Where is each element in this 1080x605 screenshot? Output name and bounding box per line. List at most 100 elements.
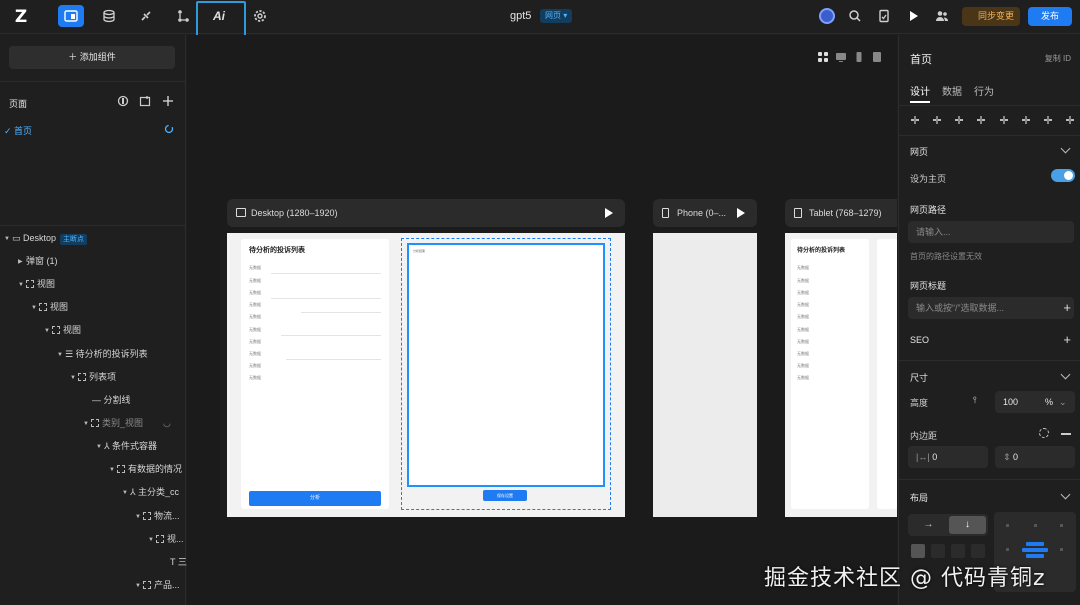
result-panel[interactable]: 分析结果 [407,243,605,487]
copy-id-button[interactable]: 复制 ID [1045,53,1071,64]
add-page-icon[interactable] [162,95,174,107]
user-avatar[interactable] [819,8,835,24]
tree-node-conditional[interactable]: ▼ ⅄ 条件式容器 [96,439,157,453]
sync-changes-button[interactable]: 同步变更 [962,7,1020,26]
tablet-frame-header[interactable]: Tablet (768–1279) [785,199,897,227]
phone-frame-header[interactable]: Phone (0–... [653,199,757,227]
tab-design[interactable]: 设计 [910,83,930,98]
tree-node-view-small[interactable]: ▼ 视... [148,532,184,546]
tree-node-desktop[interactable]: ▼ ▭ Desktop 主断点 [4,231,88,245]
direction-toggle[interactable]: → ↓ [908,514,988,536]
app-logo[interactable]: Z [10,6,32,28]
collapse-icon[interactable] [1061,433,1071,435]
search-button[interactable] [842,5,868,27]
wrap-reverse-icon[interactable] [951,544,965,558]
chevron-down-icon[interactable] [1060,489,1071,500]
collaborators-button[interactable] [929,5,955,27]
divider [899,135,1080,136]
tree-node-list[interactable]: ▼ ☰ 待分析的投诉列表 [57,347,148,361]
grid-layout-icon[interactable] [971,544,985,558]
desktop-view-icon[interactable] [835,51,847,63]
preview-button[interactable] [900,5,926,27]
wrap-none-icon[interactable] [911,544,925,558]
publish-button[interactable]: 发布 [1028,7,1072,26]
height-input[interactable]: 100 % ⌄ [995,391,1075,413]
set-home-toggle[interactable] [1051,169,1075,182]
padding-vertical-input[interactable]: ⇕ 0 [995,446,1075,468]
chevron-down-icon[interactable] [1060,369,1071,380]
align-left-icon[interactable] [910,115,920,125]
path-label: 网页路径 [910,205,947,215]
monitor-icon: ▭ [12,233,24,243]
analyze-button[interactable]: 分析 [249,491,381,506]
align-bottom-icon[interactable] [1021,115,1031,125]
chevron-down-icon[interactable] [1060,143,1071,154]
component-icon[interactable] [117,95,129,107]
hidden-icon[interactable]: ◡ [163,418,171,428]
desktop-frame[interactable]: 待分析的投诉列表 无数据 无数据 无数据 无数据 无数据 无数据 无数据 无数据… [227,233,625,517]
add-data-icon[interactable]: + [1063,301,1071,314]
pages-panel-button[interactable] [58,5,84,27]
play-icon[interactable] [737,208,745,218]
tablet-frame[interactable]: 待分析的投诉列表 无数据 无数据 无数据 无数据 无数据 无数据 无数据 无数据… [785,233,897,517]
refresh-icon[interactable] [164,124,174,134]
tree-node-view[interactable]: ▼ 视图 [44,323,81,337]
tree-node-text[interactable]: T 三 [170,555,187,569]
tab-data[interactable]: 数据 [942,83,962,98]
selected-container[interactable]: 分析结果 保存设置 [401,238,611,510]
tree-node-main-category[interactable]: ▼ ⅄ 主分类_cc [122,485,179,499]
direction-column-button[interactable]: ↓ [949,516,986,534]
ai-button[interactable]: Ai [213,9,225,23]
add-component-button[interactable]: ＋ 添加组件 [9,46,175,69]
chevron-down-icon[interactable]: ⌄ [1059,391,1067,413]
tablet-view-icon[interactable] [871,51,883,63]
plugin-button[interactable] [133,5,159,27]
height-unit[interactable]: % [1045,391,1053,413]
page-type-dropdown[interactable]: 网页 ▾ [540,9,573,23]
design-canvas[interactable]: Desktop (1280–1920) 待分析的投诉列表 无数据 无数据 无数据… [187,35,897,605]
tree-node-logistics[interactable]: ▼ 物流... [135,509,180,523]
settings-button[interactable] [247,5,273,27]
tree-node-category-view[interactable]: ▼ 类别_视图 ◡ [83,416,171,430]
save-settings-button[interactable]: 保存设置 [483,490,527,501]
divider [899,479,1080,480]
tree-node-view[interactable]: ▼ 视图 [18,277,55,291]
workflow-button[interactable] [170,5,196,27]
page-item-home[interactable]: ✓ 首页 [4,124,32,137]
phone-view-icon[interactable] [853,51,865,63]
tablet-list-card[interactable]: 待分析的投诉列表 无数据 无数据 无数据 无数据 无数据 无数据 无数据 无数据… [791,239,869,509]
align-right-icon[interactable] [954,115,964,125]
alignment-indicator [1026,542,1044,546]
padding-horizontal-input[interactable]: |↔| 0 [908,446,988,468]
align-top-icon[interactable] [976,115,986,125]
align-center-v-icon[interactable] [999,115,1009,125]
padding-mode-icon[interactable] [1039,428,1049,438]
add-folder-icon[interactable] [139,95,151,107]
distribute-v-icon[interactable] [1065,115,1075,125]
align-center-h-icon[interactable] [932,115,942,125]
tree-node-divider[interactable]: — 分割线 [92,393,131,407]
data-button[interactable] [96,5,122,27]
tree-node-has-data[interactable]: ▼ 有数据的情况 [109,462,182,476]
complaint-list-card[interactable]: 待分析的投诉列表 无数据 无数据 无数据 无数据 无数据 无数据 无数据 无数据… [241,239,389,509]
wrap-icon[interactable] [931,544,945,558]
history-button[interactable] [871,5,897,27]
tree-node-list-item[interactable]: ▼ 列表项 [70,370,116,384]
layout-icon [64,10,78,22]
tree-node-popup[interactable]: ▶ 弹窗 (1) [18,254,58,268]
height-mode-icon[interactable]: ⫯ [973,395,977,406]
path-input[interactable]: 请输入... [908,221,1074,243]
tablet-result-panel[interactable] [877,239,897,509]
grid-view-icon[interactable] [817,51,829,63]
add-seo-icon[interactable]: + [1063,333,1071,346]
tab-behavior[interactable]: 行为 [974,83,994,98]
phone-frame[interactable] [653,233,757,517]
distribute-h-icon[interactable] [1043,115,1053,125]
desktop-frame-header[interactable]: Desktop (1280–1920) [227,199,625,227]
tree-node-product[interactable]: ▼ 产品... [135,578,180,592]
direction-row-button[interactable]: → [910,516,947,534]
play-icon[interactable] [605,208,613,218]
web-title-input[interactable]: 输入或按“/”选取数据... [908,297,1074,319]
tree-node-view[interactable]: ▼ 视图 [31,300,68,314]
row-divider [271,298,381,299]
